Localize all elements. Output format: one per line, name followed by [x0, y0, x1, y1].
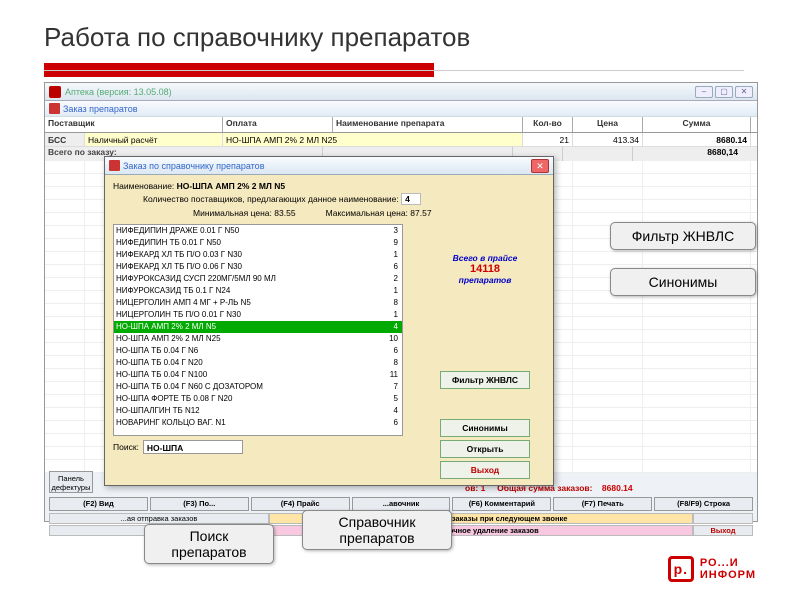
- drug-list[interactable]: НИФЕДИПИН ДРАЖЕ 0.01 Г N503НИФЕДИПИН ТБ …: [113, 224, 403, 436]
- fkey-0[interactable]: (F2) Вид: [49, 497, 148, 511]
- total-sum: 8680,14: [633, 147, 741, 161]
- cell-supplier: БСС: [45, 133, 85, 146]
- cell-qty: 21: [523, 133, 573, 146]
- drug-row[interactable]: НО-ШПА ТБ 0.04 Г N10011: [114, 369, 402, 381]
- action-send-auto[interactable]: ...ая отправка заказов: [49, 513, 269, 524]
- name-value: НО-ШПА АМП 2% 2 МЛ N5: [177, 181, 285, 191]
- fkey-1[interactable]: (F3) По...: [150, 497, 249, 511]
- module-icon: [49, 103, 60, 114]
- drug-row[interactable]: НИФУРОКСАЗИД ТБ 0.1 Г N241: [114, 285, 402, 297]
- inner-window-title: Заказ препаратов: [63, 104, 138, 114]
- col-qty[interactable]: Кол-во: [523, 117, 573, 132]
- drug-row[interactable]: НО-ШПА ТБ 0.04 Г N60 С ДОЗАТОРОМ7: [114, 381, 402, 393]
- drug-row[interactable]: НИЦЕРГОЛИН ТБ П/О 0.01 Г N301: [114, 309, 402, 321]
- logo: р. РО...ИИНФОРМ: [668, 556, 756, 582]
- max-price-value: 87.57: [410, 208, 431, 218]
- maximize-button[interactable]: ▢: [715, 86, 733, 98]
- fkey-5[interactable]: (F7) Печать: [553, 497, 652, 511]
- price-total: Всего в прайсе 14118 препаратов: [425, 253, 545, 285]
- logo-icon: р.: [668, 556, 694, 582]
- filter-zhnvls-button[interactable]: Фильтр ЖНВЛС: [440, 371, 530, 389]
- cell-payment: Наличный расчёт: [85, 133, 223, 146]
- col-drug-name[interactable]: Наименование препарата: [333, 117, 523, 132]
- drug-row[interactable]: НО-ШПА ФОРТЕ ТБ 0.08 Г N205: [114, 393, 402, 405]
- drug-row[interactable]: НО-ШПА ТБ 0.04 Г N208: [114, 357, 402, 369]
- col-price[interactable]: Цена: [573, 117, 643, 132]
- open-button[interactable]: Открыть: [440, 440, 530, 458]
- window-buttons: – ▢ ✕: [695, 86, 753, 98]
- cell-sum: 8680.14: [643, 133, 751, 146]
- fkey-3[interactable]: ...авочник: [352, 497, 451, 511]
- max-price-label: Максимальная цена:: [326, 208, 408, 218]
- app-icon: [49, 86, 61, 98]
- minimize-button[interactable]: –: [695, 86, 713, 98]
- drug-row[interactable]: НИФЕДИПИН ТБ 0.01 Г N509: [114, 237, 402, 249]
- callout-reference: Справочник препаратов: [302, 510, 452, 550]
- col-supplier[interactable]: Поставщик: [45, 117, 223, 132]
- reference-dialog: Заказ по справочнику препаратов ✕ Наимен…: [104, 156, 554, 486]
- fkey-4[interactable]: (F6) Комментарий: [452, 497, 551, 511]
- drug-row[interactable]: НИФЕКАРД ХЛ ТБ П/О 0.03 Г N301: [114, 249, 402, 261]
- action-spacer: [693, 513, 753, 524]
- fkey-6[interactable]: (F8/F9) Строка: [654, 497, 753, 511]
- defect-panel-button[interactable]: Панель дефектуры: [49, 471, 93, 493]
- drug-row[interactable]: НОВАРИНГ КОЛЬЦО ВАГ. N16: [114, 417, 402, 429]
- outer-window-title: Аптека (версия: 13.05.08): [65, 87, 172, 97]
- dialog-sidebar: Всего в прайсе 14118 препаратов Фильтр Ж…: [425, 253, 545, 482]
- slide-title: Работа по справочнику препаратов: [0, 0, 800, 63]
- drug-row[interactable]: НИФЕДИПИН ДРАЖЕ 0.01 Г N503: [114, 225, 402, 237]
- outer-titlebar: Аптека (версия: 13.05.08) – ▢ ✕: [45, 83, 757, 101]
- fkey-bar: (F2) Вид(F3) По...(F4) Прайс...авочник(F…: [49, 497, 753, 511]
- grid-row[interactable]: БСС Наличный расчёт НО-ШПА АМП 2% 2 МЛ N…: [45, 133, 757, 147]
- drug-row[interactable]: НИФУРОКСАЗИД СУСП 220МГ/5МЛ 90 МЛ2: [114, 273, 402, 285]
- close-button[interactable]: ✕: [735, 86, 753, 98]
- name-label: Наименование:: [113, 181, 174, 191]
- dialog-titlebar: Заказ по справочнику препаратов ✕: [105, 157, 553, 175]
- col-sum[interactable]: Сумма: [643, 117, 751, 132]
- dialog-close-button[interactable]: ✕: [531, 159, 549, 173]
- drug-row[interactable]: НО-ШПА ТБ 0.04 Г N66: [114, 345, 402, 357]
- drug-row[interactable]: НО-ШПА АМП 2% 2 МЛ N54: [114, 321, 402, 333]
- divider: [44, 70, 744, 71]
- drug-row[interactable]: НО-ШПА АМП 2% 2 МЛ N2510: [114, 333, 402, 345]
- dialog-title: Заказ по справочнику препаратов: [123, 161, 264, 171]
- callout-search: Поиск препаратов: [144, 524, 274, 564]
- callout-filter: Фильтр ЖНВЛС: [610, 222, 756, 250]
- suppliers-value: 4: [401, 193, 421, 205]
- drug-row[interactable]: НИФЕКАРД ХЛ ТБ П/О 0.06 Г N306: [114, 261, 402, 273]
- search-input[interactable]: НО-ШПА: [143, 440, 243, 454]
- callout-synonyms: Синонимы: [610, 268, 756, 296]
- action-exit[interactable]: Выход: [693, 525, 753, 536]
- cell-drug: НО-ШПА АМП 2% 2 МЛ N25: [223, 133, 523, 146]
- drug-row[interactable]: НО-ШПАЛГИН ТБ N124: [114, 405, 402, 417]
- synonyms-button[interactable]: Синонимы: [440, 419, 530, 437]
- grid-header: Поставщик Оплата Наименование препарата …: [45, 117, 757, 133]
- search-label: Поиск:: [113, 442, 139, 452]
- fkey-2[interactable]: (F4) Прайс: [251, 497, 350, 511]
- drug-row[interactable]: НИЦЕРГОЛИН АМП 4 МГ + Р-ЛЬ N58: [114, 297, 402, 309]
- cell-price: 413.34: [573, 133, 643, 146]
- col-payment[interactable]: Оплата: [223, 117, 333, 132]
- dialog-icon: [109, 160, 120, 171]
- min-price-label: Минимальная цена:: [193, 208, 272, 218]
- dialog-exit-button[interactable]: Выход: [440, 461, 530, 479]
- min-price-value: 83.55: [274, 208, 295, 218]
- inner-titlebar: Заказ препаратов: [45, 101, 757, 117]
- suppliers-label: Количество поставщиков, предлагающих дан…: [143, 194, 399, 204]
